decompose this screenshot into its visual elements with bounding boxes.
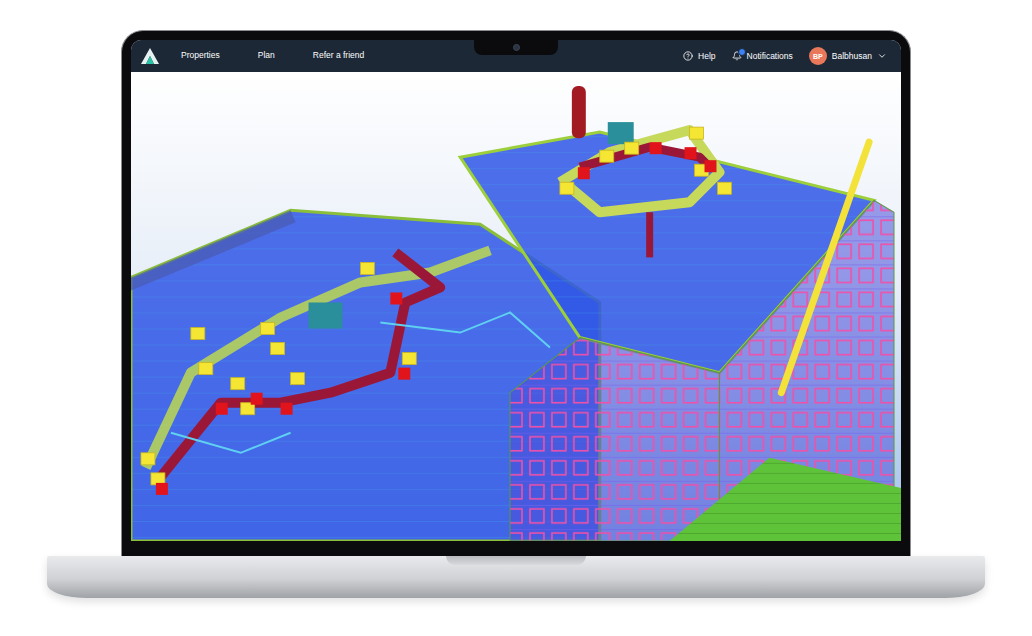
model-viewport[interactable] bbox=[131, 72, 901, 541]
laptop-base bbox=[47, 556, 985, 598]
building-model[interactable] bbox=[131, 72, 901, 541]
nav-right: Help Notifications BP Balbhusan bbox=[683, 47, 887, 65]
nav-menu: Properties Plan Refer a friend bbox=[181, 48, 364, 64]
page: Properties Plan Refer a friend Help Notifica… bbox=[0, 0, 1032, 636]
chevron-down-icon bbox=[877, 51, 887, 61]
laptop-lid: Properties Plan Refer a friend Help Notifica… bbox=[121, 30, 911, 556]
nav-item[interactable]: Properties bbox=[181, 48, 220, 64]
bell-icon bbox=[732, 51, 742, 61]
nav-left: Properties Plan Refer a friend bbox=[141, 48, 364, 64]
help-icon bbox=[683, 51, 693, 61]
laptop-screen: Properties Plan Refer a friend Help Notifica… bbox=[131, 40, 901, 541]
action-label: Notifications bbox=[747, 51, 793, 61]
user-name: Balbhusan bbox=[832, 51, 872, 61]
user-avatar: BP bbox=[809, 47, 827, 65]
action-label: Help bbox=[698, 51, 715, 61]
logo-icon[interactable] bbox=[141, 48, 159, 64]
notifications-button[interactable]: Notifications bbox=[732, 51, 793, 61]
user-menu[interactable]: BP Balbhusan bbox=[809, 47, 887, 65]
nav-item[interactable]: Plan bbox=[258, 48, 275, 64]
base-notch bbox=[446, 556, 586, 565]
notification-badge bbox=[738, 48, 746, 56]
camera-notch bbox=[474, 40, 558, 55]
nav-item[interactable]: Refer a friend bbox=[313, 48, 365, 64]
help-button[interactable]: Help bbox=[683, 51, 715, 61]
camera-icon bbox=[513, 44, 520, 51]
